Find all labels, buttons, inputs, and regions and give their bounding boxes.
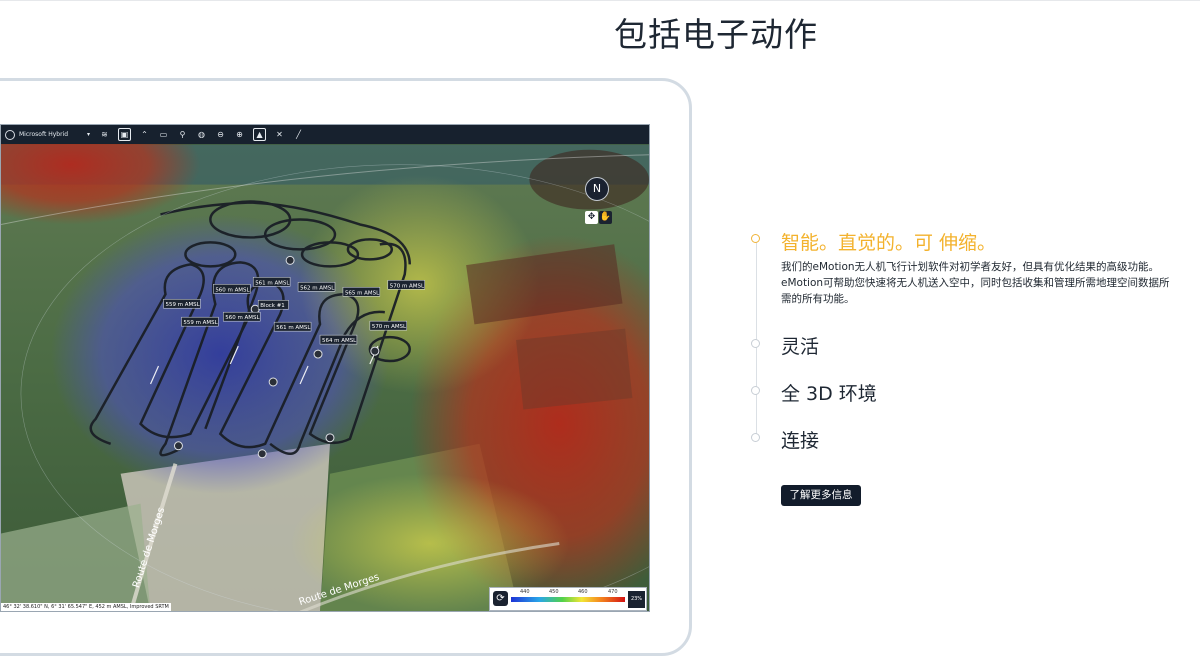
timeline-dot[interactable] (751, 386, 760, 395)
feature-title-connected[interactable]: 连接 (781, 426, 819, 453)
field-dark-2 (516, 328, 633, 410)
legend-tick: 470 (608, 589, 618, 595)
waypoint-label-text: 561 m AMSL (276, 325, 311, 331)
waypoint-label-text: 562 m AMSL (300, 285, 335, 291)
eye-slash-icon[interactable]: ◍ (196, 129, 207, 140)
crosshair-icon[interactable]: ✥ (585, 211, 598, 224)
elevation-legend: ⟳ 440 450 460 470 23% (489, 587, 647, 611)
page-title: 包括电子动作 (614, 15, 818, 54)
map-screen: Microsoft Hybrid ▾ ≋ ▣ ⌃ ▭ ⚲ ◍ ⊖ ⊕ ▲ ✕ ╱ (0, 124, 650, 612)
legend-tick: 460 (578, 589, 588, 595)
compass-icon[interactable]: N (585, 177, 609, 201)
waypoint-label: 564 m AMSL (319, 334, 357, 345)
waypoint-label-text: 565 m AMSL (345, 290, 380, 296)
cube-icon[interactable]: ▣ (118, 128, 132, 141)
refresh-icon[interactable]: ⟳ (493, 591, 508, 606)
globe-icon[interactable] (5, 129, 15, 140)
map-toolbar: Microsoft Hybrid ▾ ≋ ▣ ⌃ ▭ ⚲ ◍ ⊖ ⊕ ▲ ✕ ╱ (1, 125, 649, 144)
top-divider (0, 0, 1200, 1)
pin-icon[interactable]: ⚲ (177, 129, 188, 140)
waypoint-label: 570 m AMSL (369, 320, 407, 331)
waypoint-label-text: 559 m AMSL (183, 320, 218, 326)
feature-description: 我们的eMotion无人机飞行计划软件对初学者友好，但具有优化结果的高级功能。e… (781, 261, 1170, 305)
waypoint-label-text: 570 m AMSL (372, 324, 407, 330)
terrain-icon[interactable]: ⌃ (139, 129, 150, 140)
waypoint-label: 561 m AMSL (273, 321, 311, 332)
map-canvas[interactable]: 560 m AMSL 561 m AMSL 562 m AMSL 565 m AMSL… (1, 144, 649, 612)
waypoint-label: 562 m AMSL (297, 282, 335, 292)
timeline-dot[interactable] (751, 433, 760, 442)
waypoint-label-text: 560 m AMSL (215, 287, 250, 293)
waypoint-label: 559 m AMSL (181, 316, 219, 327)
timeline-dot[interactable] (751, 339, 760, 348)
moon-phase-badge: 23% (628, 591, 645, 608)
learn-more-button[interactable]: 了解更多信息 (781, 485, 861, 506)
legend-color-scale (511, 597, 625, 602)
drone-off-icon[interactable]: ✕ (274, 129, 285, 140)
layer-select[interactable]: Microsoft Hybrid (19, 131, 87, 138)
warning-icon[interactable]: ▲ (253, 128, 267, 141)
waypoint-label-text: 570 m AMSL (390, 283, 425, 289)
waypoint-label: 561 m AMSL (252, 277, 290, 287)
layers-icon[interactable]: ≋ (99, 129, 110, 140)
coordinate-readout: 46° 32' 38.610" N, 6° 31' 65.547" E, 452… (1, 603, 171, 611)
waypoint-label: 560 m AMSL (213, 284, 251, 294)
waypoint-label: 559 m AMSL (163, 298, 201, 309)
chevron-down-icon[interactable]: ▾ (87, 131, 90, 138)
waypoint-label: 560 m AMSL (223, 311, 260, 322)
zoom-out-icon[interactable]: ⊖ (215, 129, 226, 140)
waypoint-label: Block #1 (257, 299, 289, 310)
waypoint-label: 570 m AMSL (387, 280, 425, 290)
waypoint-label-text: 561 m AMSL (255, 280, 290, 286)
waypoint-label-text: Block #1 (260, 303, 285, 309)
zoom-in-icon[interactable]: ⊕ (234, 129, 245, 140)
ruler-icon[interactable]: ╱ (293, 129, 304, 140)
legend-tick: 440 (520, 589, 530, 595)
waypoint-label-text: 564 m AMSL (322, 338, 357, 344)
legend-tick: 450 (549, 589, 559, 595)
feature-title-intelligent[interactable]: 智能。直觉的。可 伸缩。 (781, 228, 996, 255)
waypoint-label-text: 560 m AMSL (225, 315, 260, 321)
hand-pan-icon[interactable]: ✋ (599, 211, 612, 224)
feature-title-3d[interactable]: 全 3D 环境 (781, 379, 877, 406)
waypoint-label-text: 559 m AMSL (165, 302, 200, 308)
feature-title-flexible[interactable]: 灵活 (781, 332, 819, 359)
image-icon[interactable]: ▭ (158, 129, 169, 140)
timeline-dot-active[interactable] (751, 234, 760, 243)
waypoint-label: 565 m AMSL (342, 287, 380, 297)
